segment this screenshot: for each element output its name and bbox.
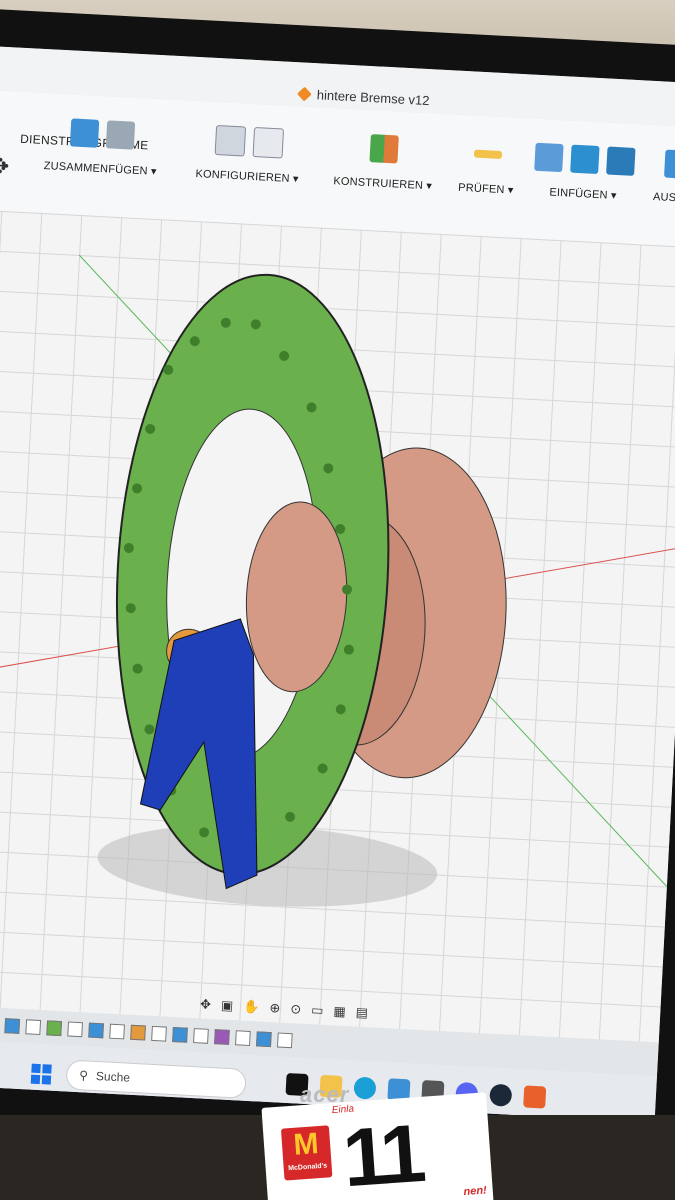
insert-text-icon — [570, 144, 600, 175]
mcdonalds-logo: M McDonald's — [280, 1125, 333, 1181]
construct-plane-icon — [369, 134, 400, 164]
ribbon-label-konfigurieren: KONFIGURIEREN ▾ — [195, 167, 299, 186]
search-icon: ⚲ — [78, 1068, 89, 1083]
joint-icon — [105, 120, 135, 150]
table-number-card: Einla M McDonald's 11 nen! — [261, 1092, 494, 1200]
ribbon-group-konfigurieren[interactable]: KONFIGURIEREN ▾ — [195, 121, 301, 185]
insert-image-icon — [606, 146, 636, 176]
ribbon-label-einfuegen: EINFÜGEN ▾ — [549, 186, 617, 203]
ribbon-group-pruefen[interactable]: PRÜFEN ▾ — [458, 135, 516, 197]
viewports-icon[interactable]: ▤ — [355, 1005, 368, 1022]
timeline-item[interactable] — [256, 1030, 273, 1047]
ribbon-label-konstruieren: KONSTRUIEREN ▾ — [333, 175, 433, 193]
grid-settings-icon[interactable]: ▦ — [333, 1003, 346, 1020]
timeline-item[interactable] — [109, 1023, 126, 1039]
fit-icon[interactable]: ⊙ — [290, 1001, 302, 1018]
display-settings-icon[interactable]: ▭ — [311, 1002, 324, 1019]
look-at-icon[interactable]: ▣ — [221, 997, 234, 1014]
measure-icon — [473, 149, 502, 159]
pan-icon[interactable]: ✋ — [243, 999, 260, 1016]
ribbon-label-zusammenfuegen: ZUSAMMENFÜGEN ▾ — [43, 160, 157, 178]
timeline-item[interactable] — [235, 1029, 252, 1046]
timeline-item[interactable] — [151, 1025, 168, 1042]
zoom-icon[interactable]: ⊕ — [269, 1000, 281, 1017]
edge-icon[interactable] — [353, 1076, 377, 1100]
new-component-icon — [69, 118, 99, 148]
timeline-item[interactable] — [193, 1027, 210, 1044]
timeline-item[interactable] — [172, 1026, 189, 1043]
ribbon-label-pruefen: PRÜFEN ▾ — [457, 181, 514, 197]
timeline-item[interactable] — [277, 1031, 294, 1048]
brake-model-view — [0, 254, 675, 907]
search-label: Suche — [95, 1069, 131, 1085]
move-icon: ✥ — [0, 150, 11, 183]
timeline-item[interactable] — [88, 1022, 105, 1038]
document-icon — [297, 86, 312, 102]
document-title: hintere Bremse v12 — [316, 87, 430, 109]
configure-table-icon — [252, 126, 284, 159]
model-canvas[interactable] — [0, 208, 675, 1047]
fusion-icon[interactable] — [523, 1085, 547, 1109]
timeline-item[interactable] — [25, 1018, 42, 1035]
ribbon-group-auswaehlen[interactable]: AUSW — [653, 145, 675, 205]
document-tab[interactable]: hintere Bremse v12 — [297, 86, 430, 109]
configure-icon — [214, 124, 246, 157]
move-tool[interactable]: ✥ — [0, 148, 13, 185]
timeline-item[interactable] — [67, 1020, 84, 1037]
monitor-screen: hintere Bremse v12 DIENSTPROGRAMME ✥ ZUS… — [0, 45, 675, 1123]
steam-icon[interactable] — [489, 1083, 513, 1107]
ribbon-group-konstruieren[interactable]: KONSTRUIEREN ▾ — [333, 128, 435, 192]
table-number: 11 — [340, 1108, 425, 1200]
timeline-item[interactable] — [4, 1017, 21, 1034]
photo: hintere Bremse v12 DIENSTPROGRAMME ✥ ZUS… — [0, 0, 675, 1200]
orbit-icon[interactable]: ✥ — [200, 996, 212, 1013]
ribbon-label-auswaehlen: AUSW — [652, 190, 675, 205]
ribbon-group-einfuegen[interactable]: EINFÜGEN ▾ — [533, 139, 636, 203]
insert-link-icon — [534, 142, 564, 173]
card-bottom-text: nen! — [463, 1184, 488, 1199]
timeline-item[interactable] — [130, 1024, 147, 1041]
timeline-item[interactable] — [214, 1028, 231, 1045]
windows-start-icon[interactable] — [30, 1063, 52, 1085]
select-icon — [663, 149, 675, 179]
ribbon-group-zusammenfuegen[interactable]: ZUSAMMENFÜGEN ▾ — [43, 113, 159, 178]
timeline-item[interactable] — [46, 1019, 63, 1036]
